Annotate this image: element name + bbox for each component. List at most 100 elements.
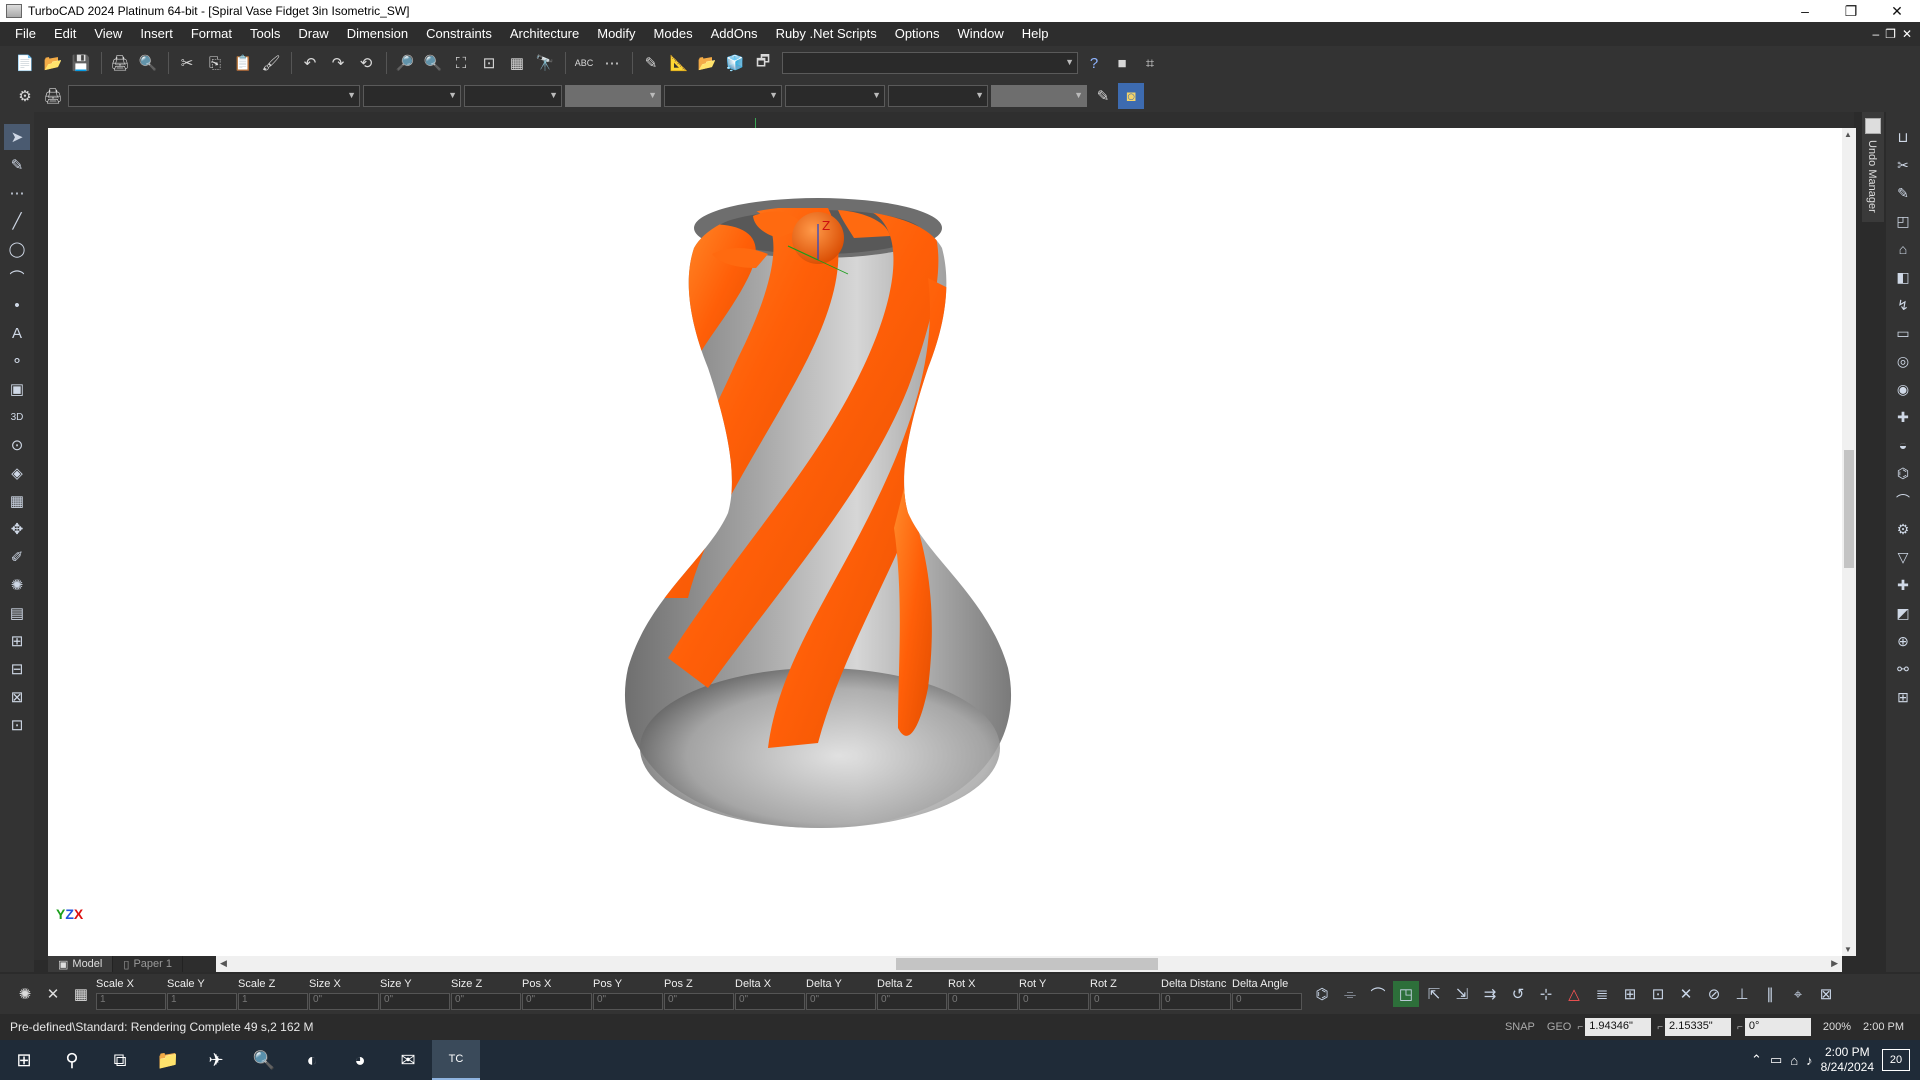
lightning-icon[interactable]: ↯ [1890,292,1916,318]
view-select[interactable]: ▼ [782,52,1078,74]
size-y-input[interactable]: 0" [380,993,450,1010]
battery-icon[interactable]: ▭ [1770,1052,1782,1068]
zoom-extents-icon[interactable]: ⊡ [476,50,502,76]
new-icon[interactable]: 📄 [12,50,38,76]
select-arrow-icon[interactable]: ➤ [4,124,30,150]
point-tool-icon[interactable]: ⋯ [4,180,30,206]
snap-intersection-icon[interactable]: ✕ [1673,981,1699,1007]
copy-icon[interactable]: ⎘ [202,50,228,76]
sphere-icon[interactable]: ◎ [1890,348,1916,374]
eraser-icon[interactable]: ◈ [4,460,30,486]
circle-tool-icon[interactable]: ◯ [4,236,30,262]
array-icon[interactable]: ▦ [4,488,30,514]
paste-icon[interactable]: 📋 [230,50,256,76]
snap-perpendicular-icon[interactable]: ⊥ [1729,981,1755,1007]
redo-icon[interactable]: ↷ [325,50,351,76]
snap-grid-icon[interactable]: ▤ [4,600,30,626]
design-director-icon[interactable]: ✎ [638,50,664,76]
menu-insert[interactable]: Insert [131,22,182,46]
snap-layers-icon[interactable]: ≣ [1589,981,1615,1007]
delta-z-input[interactable]: 0" [877,993,947,1010]
snap-grid-icon[interactable]: ⊡ [1645,981,1671,1007]
zoom-out-icon[interactable]: 🔍 [420,50,446,76]
snap-arc-icon[interactable]: ↺ [1505,981,1531,1007]
menu-window[interactable]: Window [949,22,1013,46]
x-coordinate-field[interactable]: 1.94346" [1585,1018,1652,1036]
text-tool-icon[interactable]: A [4,320,30,346]
rot-x-input[interactable]: 0 [948,993,1018,1010]
material-select[interactable]: ▼ [888,85,988,107]
zoom-window-icon[interactable]: ⛶ [448,50,474,76]
help-pointer-icon[interactable]: ? [1081,50,1107,76]
app-zoom-icon[interactable]: 🔍 [240,1040,288,1080]
move-icon[interactable]: ✥ [4,516,30,542]
menu-edit[interactable]: Edit [45,22,85,46]
delta-x-input[interactable]: 0" [735,993,805,1010]
turbocad-taskbar-icon[interactable]: TC [432,1040,480,1080]
menu-tools[interactable]: Tools [241,22,289,46]
menu-view[interactable]: View [85,22,131,46]
layer-print-icon[interactable]: 🖨 [40,83,66,109]
scale-x-input[interactable]: 1 [96,993,166,1010]
zoom-in-icon[interactable]: 🔎 [392,50,418,76]
tab-model[interactable]: ▣ Model [48,956,114,972]
delta-distance-input[interactable]: 0 [1161,993,1231,1010]
mdi-close-button[interactable]: ✕ [1902,27,1912,41]
fillet-icon[interactable]: ◒ [1890,432,1916,458]
stop-icon[interactable]: ■ [1109,50,1135,76]
boolean-add-icon[interactable]: ✚ [1890,404,1916,430]
chrome-browser-icon[interactable]: ◕ [336,1040,384,1080]
y-coordinate-field[interactable]: 2.15335" [1665,1018,1732,1036]
undo-manager-tab[interactable]: Undo Manager [1862,112,1884,222]
horizontal-scrollbar[interactable]: ◀ ▶ [216,956,1842,972]
named-view-icon[interactable]: 🔭 [532,50,558,76]
format-painter-icon[interactable]: 🖌 [258,50,284,76]
cut-tool-icon[interactable]: ✂ [1890,152,1916,178]
tab-paper-1[interactable]: ▯ Paper 1 [113,956,183,972]
open-icon[interactable]: 📂 [40,50,66,76]
pen-tool-icon[interactable]: ✎ [1090,83,1116,109]
delta-y-input[interactable]: 0" [806,993,876,1010]
scroll-left-icon[interactable]: ◀ [220,958,227,969]
house-icon[interactable]: ⌂ [1890,236,1916,262]
undo-icon[interactable]: ↶ [297,50,323,76]
grid-icon[interactable]: ⋯ [599,50,625,76]
menu-format[interactable]: Format [182,22,241,46]
render-icon[interactable]: 🧊 [722,50,748,76]
snap-extension-icon[interactable]: ⇉ [1477,981,1503,1007]
menu-constraints[interactable]: Constraints [417,22,501,46]
notifications-icon[interactable]: 20 [1882,1049,1910,1071]
extrude-icon[interactable]: ⊔ [1890,124,1916,150]
3d-tool-icon[interactable]: 3D [4,404,30,430]
snap-midpoint-icon[interactable]: ⌯ [1337,981,1363,1007]
menu-draw[interactable]: Draw [289,22,337,46]
dimension-icon[interactable]: ⚬ [4,348,30,374]
task-view-icon[interactable]: ⧉ [96,1040,144,1080]
slab-icon[interactable]: ▭ [1890,320,1916,346]
snap-center-icon[interactable]: ⇱ [1421,981,1447,1007]
drawing-viewport[interactable]: Z YZX [48,128,1842,956]
vertical-scrollbar[interactable]: ▲ ▼ [1842,128,1856,956]
frame-icon[interactable]: ⊞ [1890,684,1916,710]
menu-modes[interactable]: Modes [645,22,702,46]
restore-button[interactable]: ❐ [1828,0,1874,22]
snap-free-icon[interactable]: ◳ [1393,981,1419,1007]
line-tool-icon[interactable]: ╱ [4,208,30,234]
scale-y-input[interactable]: 1 [167,993,237,1010]
scroll-up-icon[interactable]: ▲ [1844,130,1852,139]
snap-tangent-icon[interactable]: ⊘ [1701,981,1727,1007]
menu-dimension[interactable]: Dimension [338,22,417,46]
size-x-input[interactable]: 0" [309,993,379,1010]
sketch-icon[interactable]: ✎ [1890,180,1916,206]
pos-y-input[interactable]: 0" [593,993,663,1010]
scroll-down-icon[interactable]: ▼ [1844,945,1852,954]
save-icon[interactable]: 💾 [68,50,94,76]
volume-icon[interactable]: ♪ [1806,1053,1813,1068]
cut-icon[interactable]: ✂ [174,50,200,76]
target-icon[interactable]: ⊕ [1890,628,1916,654]
close-button[interactable]: ✕ [1874,0,1920,22]
snap-triangle-icon[interactable]: △ [1561,981,1587,1007]
scale-z-input[interactable]: 1 [238,993,308,1010]
chevron-up-icon[interactable]: ⌃ [1751,1052,1762,1068]
taskbar-clock[interactable]: 2:00 PM 8/24/2024 [1821,1045,1874,1075]
